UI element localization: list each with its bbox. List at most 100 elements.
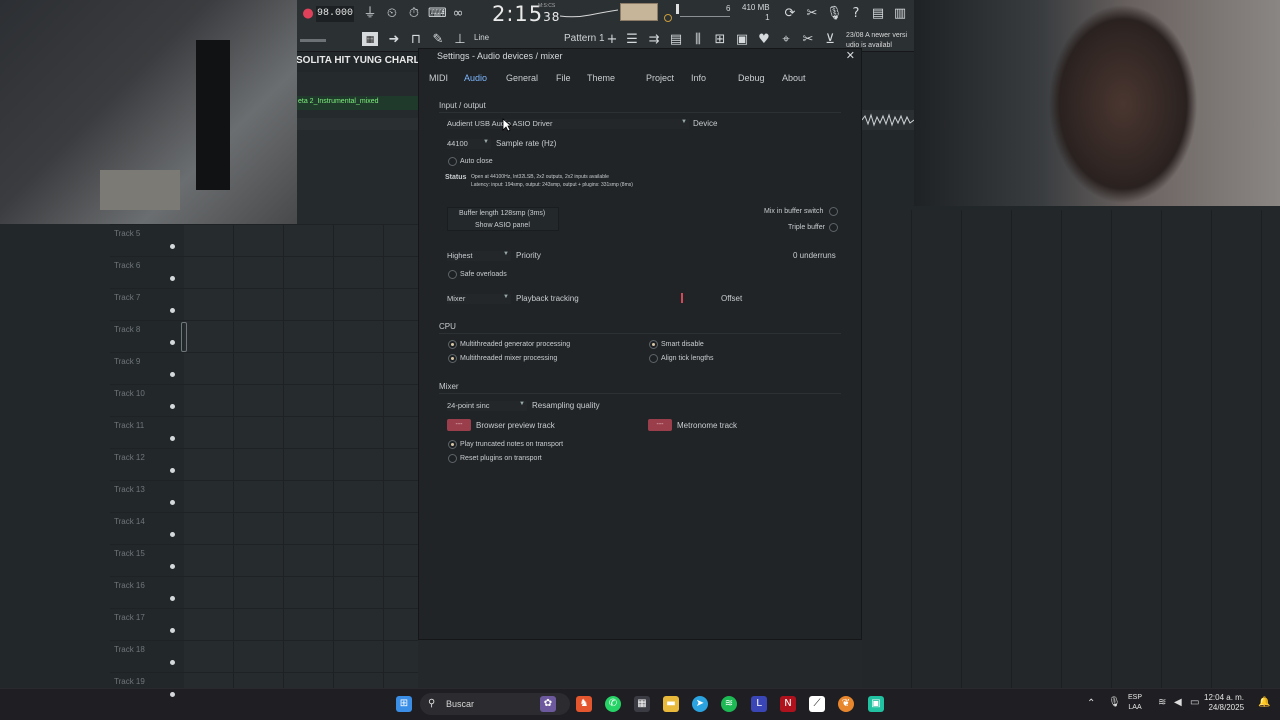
channel-rack-icon[interactable]: ⇉ [646,32,662,48]
obs-app-icon[interactable]: ▣ [868,696,884,712]
track-mute-dot[interactable] [170,436,175,441]
brave-browser-icon[interactable]: ♞ [576,696,592,712]
track-row[interactable]: Track 9 [110,352,418,384]
mix-in-buffer-radio[interactable] [829,207,838,216]
wifi-icon[interactable]: ≋ [1158,697,1166,708]
tab-theme[interactable]: Theme [587,73,615,83]
whatsapp-icon[interactable]: ✆ [605,696,621,712]
master-pitch-slider[interactable] [300,39,326,42]
store-icon[interactable]: ▦ [634,696,650,712]
triple-buffer-radio[interactable] [829,223,838,232]
microphone-icon[interactable]: 🎙 [826,6,843,22]
track-mute-dot[interactable] [170,276,175,281]
mixer-icon[interactable]: ⫼ [690,32,706,48]
track-row[interactable]: Track 10 [110,384,418,416]
record-icon[interactable]: ● [300,6,316,22]
countdown-icon[interactable]: ⏱ [406,6,422,22]
resampling-dropdown[interactable]: 24-point sinc ▼ [447,401,527,411]
magnet-icon[interactable]: ⊓ [408,32,424,48]
microphone-tray-icon[interactable]: 🎙 [1108,697,1121,708]
browser-preview-track-selector[interactable]: --- [447,419,471,431]
arrow-right-icon[interactable]: ➜ [386,32,402,48]
playback-tracking-dropdown[interactable]: Mixer ▼ [447,294,511,304]
scissors-icon[interactable]: ✂ [804,6,820,22]
priority-dropdown[interactable]: Highest ▼ [447,251,511,261]
cart-icon[interactable]: ⊻ [822,32,838,48]
metronome-track-selector[interactable]: --- [648,419,672,431]
save-icon[interactable]: ▤ [870,6,886,22]
language-indicator[interactable]: ESP LAA [1128,693,1142,713]
track-row[interactable]: Track 13 [110,480,418,512]
tab-project[interactable]: Project [646,73,674,83]
wait-input-icon[interactable]: ⏲ [384,6,400,22]
stamp-icon[interactable]: ⊥ [452,32,468,48]
track-mute-dot[interactable] [170,308,175,313]
multithreaded-mixer-radio[interactable] [448,354,457,363]
close-icon[interactable]: ✕ [846,49,855,62]
mouse-icon[interactable]: ⌖ [778,32,794,48]
track-mute-dot[interactable] [170,404,175,409]
piano-roll-window-icon[interactable]: ▤ [668,32,684,48]
track-mute-dot[interactable] [170,660,175,665]
track-mute-dot[interactable] [170,532,175,537]
track-row[interactable]: Track 8 [110,320,418,352]
netflix-icon[interactable]: N [780,696,796,712]
track-mute-dot[interactable] [170,340,175,345]
buffer-length-slider[interactable]: Buffer length 128smp (3ms) [459,210,545,217]
recent-files-icon[interactable]: ▥ [892,6,908,22]
track-mute-dot[interactable] [170,692,175,697]
track-row[interactable]: Track 14 [110,512,418,544]
playlist-grid-bottom[interactable] [418,640,862,688]
track-row[interactable]: Track 11 [110,416,418,448]
plugin-picker-icon[interactable]: ♥ [756,32,772,48]
fl-studio-icon[interactable]: ❦ [838,696,854,712]
track-row[interactable]: Track 17 [110,608,418,640]
tab-debug[interactable]: Debug [738,73,765,83]
notifications-icon[interactable]: 🔔 [1258,697,1270,708]
volume-slider[interactable] [680,16,730,17]
reset-plugins-radio[interactable] [448,454,457,463]
show-asio-panel-button[interactable]: Show ASIO panel [475,222,530,229]
metronome-icon[interactable]: ⏚ [362,6,378,22]
track-row[interactable]: Track 19 [110,672,418,704]
help-icon[interactable]: ? [848,6,864,22]
tab-info[interactable]: Info [691,73,706,83]
plugin-database-icon[interactable]: ▣ [734,32,750,48]
track-row[interactable]: Track 18 [110,640,418,672]
search-highlight-icon[interactable]: ✿ [540,696,556,712]
pencil-icon[interactable]: ✎ [430,32,446,48]
track-row[interactable]: Track 7 [110,288,418,320]
tab-general[interactable]: General [506,73,538,83]
track-mute-dot[interactable] [170,468,175,473]
refresh-icon[interactable]: ⟳ [782,6,798,22]
track-row[interactable]: Track 5 [110,224,418,256]
telegram-icon[interactable]: ➤ [692,696,708,712]
safe-overloads-radio[interactable] [448,270,457,279]
spotify-icon[interactable]: ≋ [721,696,737,712]
l-app-icon[interactable]: L [751,696,767,712]
auto-close-radio[interactable] [448,157,457,166]
track-row[interactable]: Track 15 [110,544,418,576]
sample-rate-dropdown[interactable]: 44100 ▼ [447,139,491,149]
track-mute-dot[interactable] [170,372,175,377]
smart-disable-radio[interactable] [649,340,658,349]
offset-knob[interactable] [681,293,683,303]
tab-midi[interactable]: MIDI [429,73,448,83]
chevron-up-icon[interactable]: ⌃ [1087,698,1095,709]
add-pattern-icon[interactable]: + [604,32,620,48]
playlist-icon[interactable]: ☰ [624,32,640,48]
track-mute-dot[interactable] [170,628,175,633]
align-tick-radio[interactable] [649,354,658,363]
track-row[interactable]: Track 6 [110,256,418,288]
play-truncated-radio[interactable] [448,440,457,449]
speaker-icon[interactable]: ◀ [1174,697,1182,708]
tempo-display[interactable]: 98.000 [316,6,354,22]
file-explorer-icon[interactable]: ▬ [663,696,679,712]
track-mute-dot[interactable] [170,244,175,249]
tab-about[interactable]: About [782,73,806,83]
track-mute-dot[interactable] [170,596,175,601]
battery-icon[interactable]: ▭ [1190,697,1199,708]
browser-icon[interactable]: ⊞ [712,32,728,48]
blend-notes-icon[interactable]: ∞ [450,6,466,22]
piano-roll-icon[interactable]: ▦ [362,32,378,46]
